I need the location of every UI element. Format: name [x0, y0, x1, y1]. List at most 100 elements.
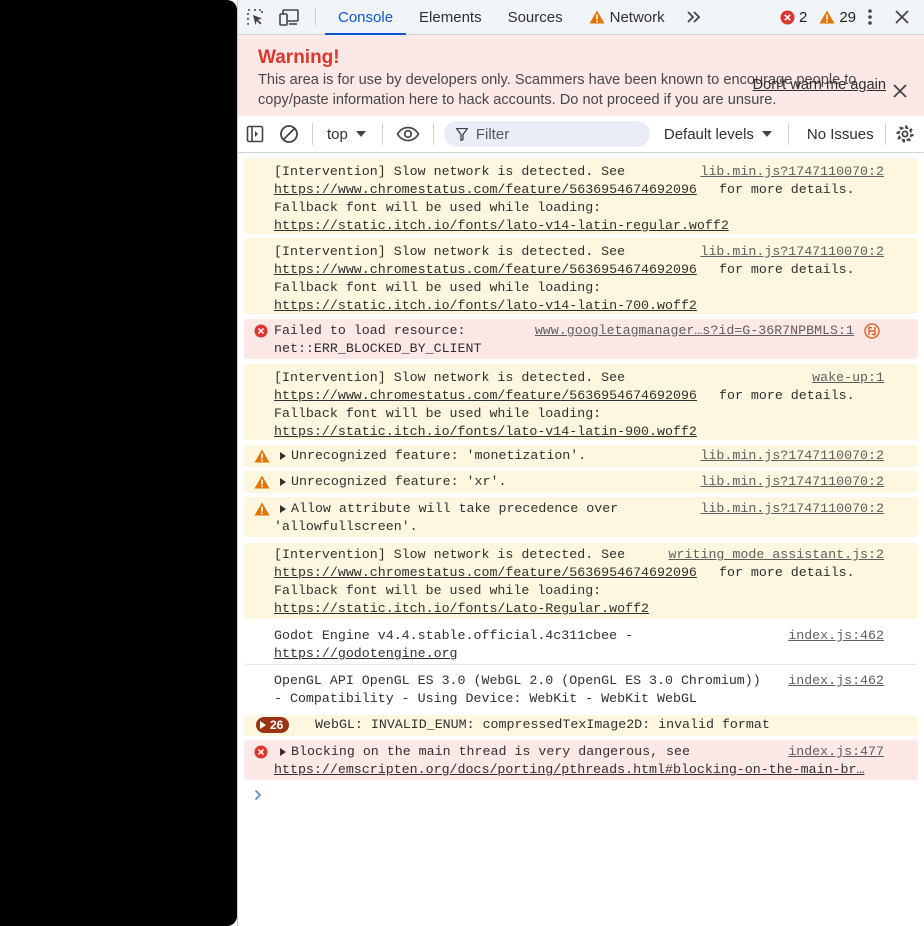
message-text: Unrecognized feature: 'xr'. [291, 474, 507, 489]
message-text: 'allowfullscreen'. [274, 519, 418, 534]
message-text: net::ERR_BLOCKED_BY_CLIENT [274, 341, 482, 356]
source-link[interactable]: lib.min.js?1747110070:2 [700, 447, 884, 465]
expand-triangle-icon[interactable] [280, 452, 286, 460]
source-link[interactable]: lib.min.js?1747110070:2 [700, 243, 884, 261]
source-link[interactable]: lib.min.js?1747110070:2 [700, 163, 884, 181]
message-text: - Compatibility - Using Device: WebKit -… [274, 691, 697, 706]
message-link[interactable]: https://www.chromestatus.com/feature/563… [274, 261, 697, 279]
error-counter[interactable]: 2 [780, 9, 807, 26]
console-message-warning[interactable]: Unrecognized feature: 'monetization'. li… [244, 445, 918, 467]
source-link[interactable]: writing_mode_assistant.js:2 [669, 546, 884, 564]
message-link[interactable]: https://static.itch.io/fonts/lato-v14-la… [274, 423, 697, 441]
double-chevron-right-icon [686, 11, 700, 23]
console-message-info[interactable]: Godot Engine v4.4.stable.official.4c311c… [244, 623, 918, 665]
expand-triangle-icon [260, 721, 266, 729]
console-message-warning[interactable]: [Intervention] Slow network is detected.… [244, 238, 918, 314]
console-message-warning-group[interactable]: 26 WebGL: INVALID_ENUM: compressedTexIma… [244, 715, 918, 736]
message-text: [Intervention] Slow network is detected.… [274, 370, 626, 385]
message-text: for more details. [711, 565, 855, 580]
log-levels-select[interactable]: Default levels [650, 126, 782, 143]
message-link[interactable]: https://www.chromestatus.com/feature/563… [274, 564, 697, 582]
block-icon [280, 125, 298, 143]
source-link[interactable]: www.googletagmanager…s?id=G-36R7NPBMLS:1 [535, 322, 854, 340]
message-link[interactable]: https://emscripten.org/docs/porting/pthr… [274, 761, 864, 779]
source-link[interactable]: index.js:462 [788, 672, 884, 690]
error-circle-icon [780, 10, 795, 24]
source-link[interactable]: lib.min.js?1747110070:2 [700, 473, 884, 491]
console-message-warning[interactable]: Allow attribute will take precedence ove… [244, 497, 918, 537]
clear-console-button[interactable] [272, 116, 306, 152]
toolbar-divider [787, 123, 789, 145]
source-link[interactable]: index.js:462 [788, 627, 884, 645]
expand-triangle-icon[interactable] [280, 478, 286, 486]
page-viewport [0, 0, 237, 926]
tab-sources[interactable]: Sources [495, 0, 576, 34]
tabbar-divider [315, 7, 316, 27]
close-icon[interactable] [892, 83, 908, 99]
inspect-element-button[interactable] [238, 0, 272, 34]
console-message-warning[interactable]: [Intervention] Slow network is detected.… [244, 158, 918, 234]
close-devtools-button[interactable] [890, 0, 914, 34]
message-link[interactable]: https://static.itch.io/fonts/lato-v14-la… [274, 217, 729, 235]
toolbar-divider [432, 123, 434, 145]
toolbar-divider [381, 123, 383, 145]
dont-warn-again-link[interactable]: Don't warn me again [753, 76, 886, 94]
show-sidebar-button[interactable] [238, 116, 272, 152]
console-message-warning[interactable]: [Intervention] Slow network is detected.… [244, 364, 918, 440]
warning-triangle-icon [254, 449, 270, 463]
message-text: Fallback font will be used while loading… [274, 280, 602, 295]
message-link[interactable]: https://static.itch.io/fonts/lato-v14-la… [274, 297, 697, 315]
message-link[interactable]: https://godotengine.org [274, 645, 458, 663]
tab-elements[interactable]: Elements [406, 0, 495, 34]
warning-triangle-icon [819, 10, 835, 24]
network-request-icon[interactable] [864, 323, 880, 339]
message-text: Blocking on the main thread is very dang… [291, 744, 690, 759]
live-expression-button[interactable] [389, 116, 427, 152]
sidebar-toggle-icon [246, 125, 264, 143]
filter-funnel-icon [455, 127, 468, 141]
issues-button[interactable]: No Issues [795, 126, 886, 143]
source-link[interactable]: index.js:477 [788, 743, 884, 761]
warning-counter[interactable]: 29 [819, 9, 856, 26]
message-link[interactable]: https://www.chromestatus.com/feature/563… [274, 181, 697, 199]
tab-console[interactable]: Console [325, 0, 407, 35]
caret-down-icon [761, 131, 772, 137]
message-text: [Intervention] Slow network is detected.… [274, 547, 626, 562]
filter-input[interactable] [475, 125, 636, 143]
devtools-panel: Console Elements Sources Network 2 29 Wa… [237, 0, 924, 926]
devtools-tabbar: Console Elements Sources Network 2 29 [238, 0, 924, 35]
console-prompt[interactable] [254, 788, 262, 806]
message-text: for more details. [711, 262, 855, 277]
chevron-right-icon [254, 789, 262, 801]
message-text: Failed to load resource: [274, 323, 466, 338]
source-link[interactable]: lib.min.js?1747110070:2 [700, 500, 884, 518]
message-text: Allow attribute will take precedence ove… [291, 501, 619, 516]
toolbar-divider [312, 123, 313, 145]
console-message-error[interactable]: Failed to load resource: www.googletagma… [244, 319, 918, 359]
expand-triangle-icon[interactable] [280, 748, 286, 756]
more-tabs-button[interactable] [678, 0, 710, 34]
message-text: [Intervention] Slow network is detected.… [274, 164, 626, 179]
console-message-info[interactable]: OpenGL API OpenGL ES 3.0 (WebGL 2.0 (Ope… [244, 668, 918, 710]
issue-counters[interactable]: 2 29 [780, 0, 856, 34]
console-message-error[interactable]: Blocking on the main thread is very dang… [244, 740, 918, 780]
console-settings-button[interactable] [892, 116, 918, 152]
javascript-context-select[interactable]: top [319, 126, 376, 143]
message-text: OpenGL API OpenGL ES 3.0 (WebGL 2.0 (Ope… [274, 673, 761, 688]
console-message-warning[interactable]: [Intervention] Slow network is detected.… [244, 543, 918, 619]
device-mode-icon [279, 9, 299, 26]
message-link[interactable]: https://www.chromestatus.com/feature/563… [274, 387, 697, 405]
expand-triangle-icon[interactable] [280, 505, 286, 513]
customize-devtools-button[interactable] [860, 0, 880, 34]
tab-network[interactable]: Network [576, 0, 678, 34]
message-link[interactable]: https://static.itch.io/fonts/Lato-Regula… [274, 600, 649, 618]
console-message-warning[interactable]: Unrecognized feature: 'xr'. lib.min.js?1… [244, 471, 918, 493]
repeat-count-badge[interactable]: 26 [256, 717, 290, 733]
device-toolbar-button[interactable] [272, 0, 306, 34]
filter-box[interactable] [443, 121, 650, 147]
message-text: for more details. [711, 388, 855, 403]
message-text: [Intervention] Slow network is detected.… [274, 244, 626, 259]
inspect-icon [247, 9, 263, 25]
source-link[interactable]: wake-up:1 [812, 369, 884, 387]
caret-down-icon [355, 131, 366, 137]
